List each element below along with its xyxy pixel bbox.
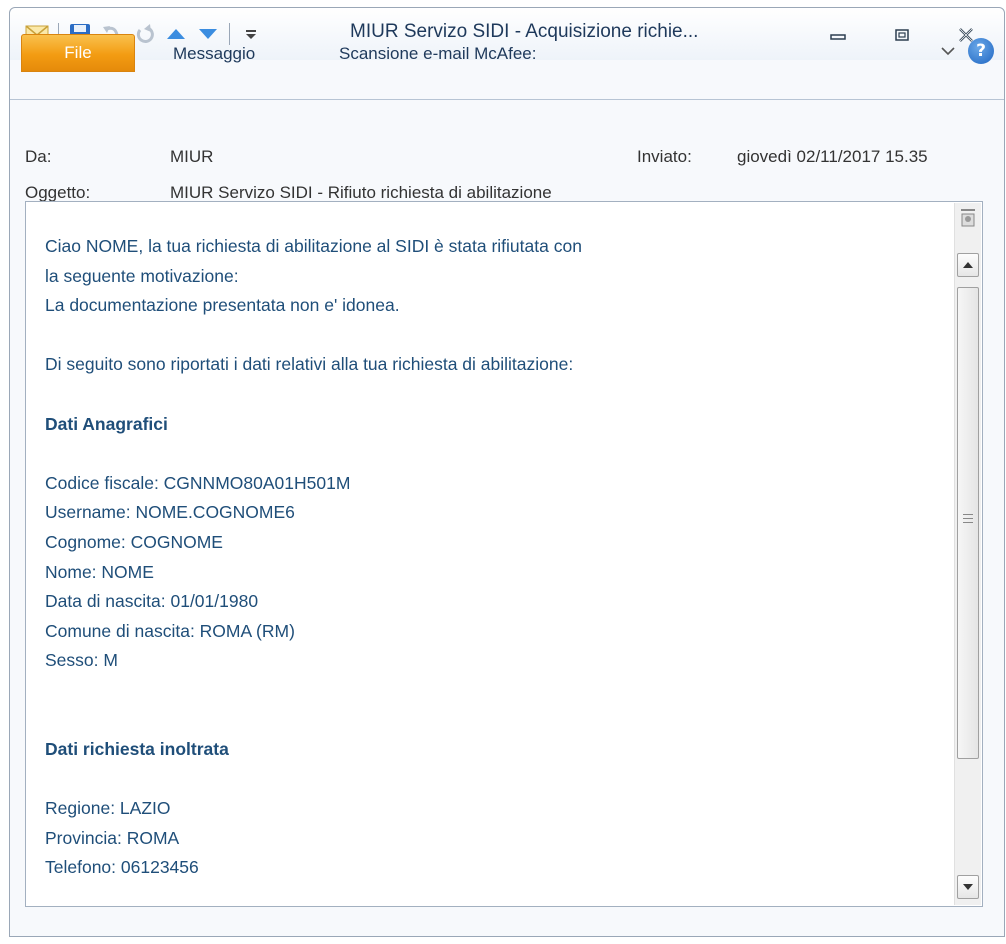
body-line: La documentazione presentata non e' idon…	[45, 295, 400, 316]
body-line: Ciao NOME, la tua richiesta di abilitazi…	[45, 236, 582, 256]
body-line	[45, 706, 582, 736]
toolbar-separator	[229, 23, 230, 45]
tab-messaggio[interactable]: Messaggio	[173, 44, 255, 64]
subject-value: MIUR Servizo SIDI - Rifiuto richiesta di…	[170, 183, 552, 202]
body-line: Data di nascita: 01/01/1980	[45, 591, 259, 612]
restore-button[interactable]	[870, 22, 934, 48]
vertical-scrollbar[interactable]	[954, 203, 981, 905]
body-line	[45, 380, 582, 410]
grip-icon	[963, 514, 973, 526]
body-line: Nome: NOME	[45, 561, 154, 582]
subject-label: Oggetto:	[25, 183, 91, 202]
tab-file[interactable]: File	[21, 34, 135, 72]
body-line: Cognome: COGNOME	[45, 531, 223, 552]
body-line: Comune di nascita: ROMA (RM)	[45, 620, 295, 641]
minimize-button[interactable]	[806, 22, 870, 48]
body-line: Telefono: 06123456	[45, 857, 199, 878]
body-line	[45, 321, 582, 351]
body-line: la seguente motivazione:	[45, 265, 239, 286]
body-line: Di seguito sono riportati i dati relativ…	[45, 354, 574, 375]
section-heading: Dati richiesta inoltrata	[45, 739, 229, 760]
from-label: Da:	[25, 147, 52, 166]
body-line: Username: NOME.COGNOME6	[45, 502, 295, 523]
sent-label: Inviato:	[637, 147, 692, 166]
ribbon-right-controls: ?	[940, 38, 994, 64]
body-line: Codice fiscale: CGNNMO80A01H501M	[45, 472, 351, 493]
ribbon-tab-bar	[10, 60, 1004, 100]
body-line: Sesso: M	[45, 650, 118, 671]
sent-value: giovedì 02/11/2017 15.35	[737, 147, 928, 166]
scroll-up-button[interactable]	[957, 253, 979, 277]
body-line	[45, 676, 582, 706]
people-pane-icon[interactable]	[960, 208, 976, 232]
help-icon[interactable]: ?	[968, 38, 994, 64]
scroll-down-button[interactable]	[957, 875, 979, 899]
from-value[interactable]: MIUR	[170, 147, 213, 167]
message-body-text: Ciao NOME, la tua richiesta di abilitazi…	[45, 232, 582, 883]
body-line: Provincia: ROMA	[45, 827, 180, 848]
section-heading: Dati Anagrafici	[45, 413, 168, 434]
message-body-pane[interactable]: Ciao NOME, la tua richiesta di abilitazi…	[25, 201, 983, 907]
body-line: Regione: LAZIO	[45, 798, 171, 819]
body-line	[45, 439, 582, 469]
window-title: MIUR Servizo SIDI - Acquisizione richie.…	[350, 21, 699, 42]
minimize-ribbon-chevron-icon[interactable]	[940, 42, 956, 61]
scroll-thumb[interactable]	[957, 287, 979, 759]
body-line	[45, 765, 582, 795]
tab-mcafee-scan[interactable]: Scansione e-mail McAfee:	[339, 44, 536, 64]
